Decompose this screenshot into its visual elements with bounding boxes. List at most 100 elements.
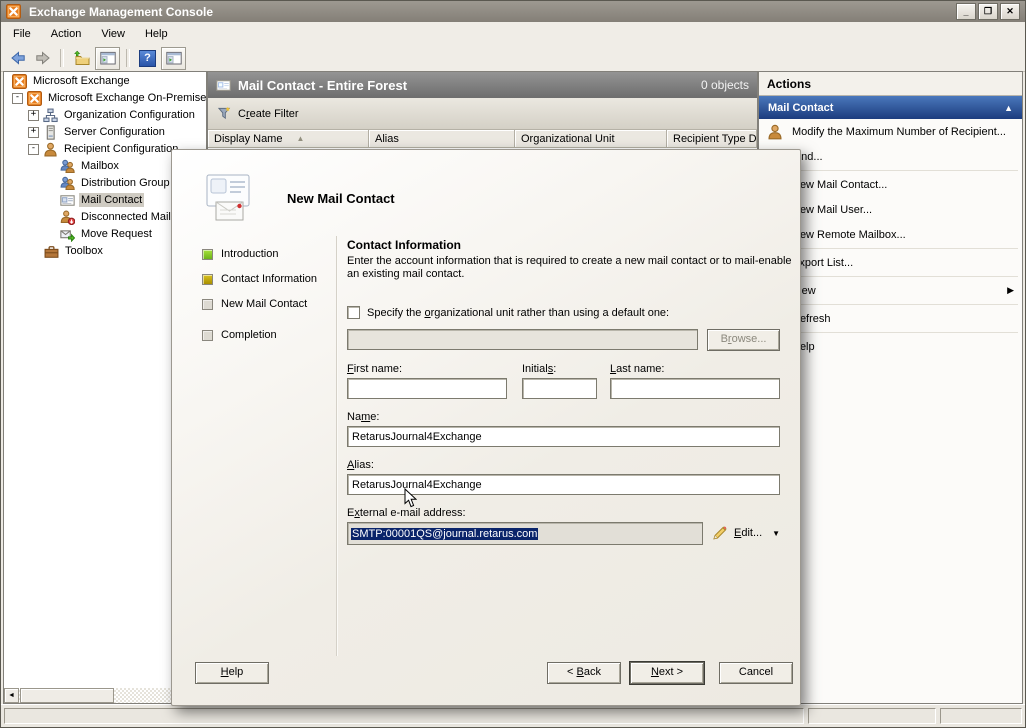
edit-dropdown-icon[interactable]: ▼ [772, 529, 780, 538]
tree-item-label: Disconnected Mail [79, 210, 173, 224]
step-status-icon [202, 274, 213, 285]
tree-item-label-selected: Mail Contact [79, 193, 144, 207]
column-recipient-type[interactable]: Recipient Type D [667, 130, 757, 148]
tree-item-label: Microsoft Exchange On-Premises [46, 91, 207, 105]
create-filter-button[interactable]: Create Filter [238, 108, 299, 120]
export-button[interactable] [70, 48, 93, 69]
actions-separator [763, 276, 1018, 277]
menu-view[interactable]: View [91, 25, 135, 43]
next-button[interactable]: Next > [630, 662, 704, 684]
column-alias[interactable]: Alias [369, 130, 515, 148]
name-input[interactable] [347, 426, 780, 447]
help-icon: ? [139, 50, 156, 67]
help-button[interactable]: Help [195, 662, 269, 684]
result-pane-title: Mail Contact - Entire Forest [238, 78, 407, 93]
collapse-toggle[interactable]: - [28, 144, 39, 155]
actions-pane-title: Actions [759, 72, 1022, 96]
column-display-name[interactable]: Display Name ▲ [208, 130, 369, 148]
external-email-label: External e-mail address: [347, 507, 466, 519]
app-window: Exchange Management Console _ ❐ ✕ File A… [0, 0, 1026, 728]
exchange-icon [27, 91, 42, 106]
browse-button: Browse... [707, 329, 780, 351]
back-icon [10, 50, 26, 66]
selected-email-text: SMTP:00001QS@journal.retarus.com [351, 528, 538, 540]
step-label: Completion [221, 329, 277, 341]
mail-contact-icon [216, 78, 231, 93]
tree-item-label: Microsoft Exchange [31, 74, 132, 88]
collapse-chevron-icon[interactable]: ▲ [1004, 103, 1013, 113]
menu-help[interactable]: Help [135, 25, 178, 43]
external-email-input[interactable]: SMTP:00001QS@journal.retarus.com [347, 522, 703, 545]
tree-item-on-premises[interactable]: - Microsoft Exchange On-Premises [4, 90, 206, 106]
mouse-cursor [404, 488, 417, 508]
expand-toggle[interactable]: + [28, 110, 39, 121]
actions-group-header[interactable]: Mail Contact ▲ [759, 96, 1022, 119]
column-label: Alias [375, 133, 399, 145]
new-window-icon [166, 51, 182, 66]
forward-icon [35, 50, 51, 66]
mailbox-icon [60, 159, 75, 174]
person-icon [767, 124, 783, 140]
expand-toggle[interactable]: + [28, 127, 39, 138]
wizard-step-introduction: Introduction [202, 247, 278, 261]
disconnected-mailbox-icon [60, 210, 75, 225]
wizard-step-new-mail-contact: New Mail Contact [202, 297, 307, 311]
restore-button[interactable]: ❐ [978, 3, 998, 20]
tree-item-server-configuration[interactable]: + Server Configuration [4, 124, 206, 140]
column-organizational-unit[interactable]: Organizational Unit [515, 130, 667, 148]
last-name-input[interactable] [610, 378, 780, 399]
status-section [940, 708, 1022, 724]
tree-item-label: Organization Configuration [62, 108, 197, 122]
toolbar-separator [126, 49, 130, 67]
exchange-icon [12, 74, 27, 89]
new-window-button[interactable] [161, 47, 186, 70]
column-label: Display Name [214, 133, 282, 145]
scroll-left-arrow[interactable]: ◄ [4, 688, 19, 703]
specify-ou-checkbox[interactable] [347, 306, 360, 319]
close-button[interactable]: ✕ [1000, 3, 1020, 20]
help-button[interactable]: ? [136, 48, 159, 69]
action-label: New Remote Mailbox... [792, 229, 906, 241]
cancel-button[interactable]: Cancel [719, 662, 793, 684]
step-label: New Mail Contact [221, 298, 307, 310]
submenu-arrow-icon: ▶ [1007, 285, 1014, 296]
tree-item-organization-configuration[interactable]: + Organization Configuration [4, 107, 206, 123]
step-status-icon [202, 299, 213, 310]
tree-item-microsoft-exchange[interactable]: Microsoft Exchange [4, 73, 206, 89]
server-icon [43, 125, 58, 140]
initials-input[interactable] [522, 378, 597, 399]
action-modify-max-recipients[interactable]: Modify the Maximum Number of Recipient..… [759, 119, 1022, 144]
name-label: Name: [347, 411, 379, 423]
scrollbar-thumb[interactable] [20, 688, 114, 703]
pencil-icon [712, 525, 728, 541]
toolbar: ? [1, 45, 1025, 72]
action-label: New Mail Contact... [792, 179, 887, 191]
dialog-title: New Mail Contact [287, 191, 395, 206]
specify-ou-label[interactable]: Specify the organizational unit rather t… [367, 307, 669, 319]
forward-button[interactable] [31, 48, 54, 69]
minimize-button[interactable]: _ [956, 3, 976, 20]
collapse-toggle[interactable]: - [12, 93, 23, 104]
tree-item-label: Distribution Group [79, 176, 172, 190]
back-button[interactable]: < Back [547, 662, 621, 684]
move-request-icon [60, 227, 75, 242]
toolbox-icon [44, 244, 59, 259]
action-label: Export List... [792, 257, 853, 269]
steps-divider [336, 236, 337, 656]
menu-action[interactable]: Action [41, 25, 92, 43]
column-header-row: Display Name ▲ Alias Organizational Unit… [208, 130, 757, 148]
edit-button[interactable]: Edit... [734, 527, 762, 539]
actions-group-label: Mail Contact [768, 102, 833, 114]
first-name-input[interactable] [347, 378, 507, 399]
window-title: Exchange Management Console [29, 5, 213, 19]
menu-file[interactable]: File [3, 25, 41, 43]
step-status-icon [202, 330, 213, 341]
step-status-icon [202, 249, 213, 260]
edit-email-control[interactable]: Edit... ▼ [712, 525, 780, 541]
back-button[interactable] [6, 48, 29, 69]
sort-ascending-icon: ▲ [296, 134, 304, 143]
organization-icon [43, 108, 58, 123]
actions-separator [763, 304, 1018, 305]
console-tree-button[interactable] [95, 47, 120, 70]
distribution-group-icon [60, 176, 75, 191]
